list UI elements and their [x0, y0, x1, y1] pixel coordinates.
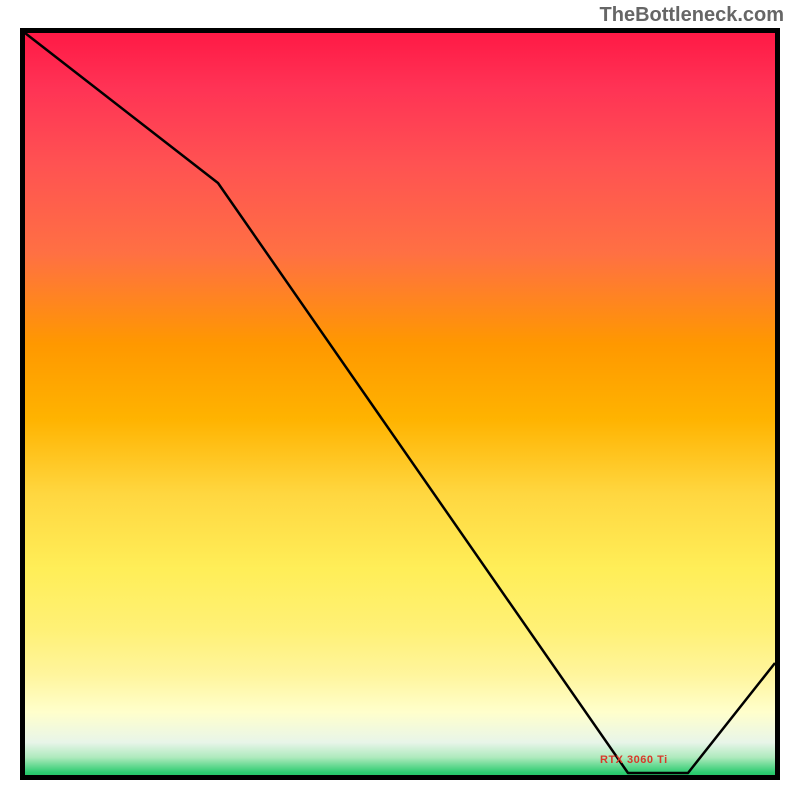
gpu-annotation-label: RTX 3060 Ti	[600, 754, 668, 766]
bottleneck-curve	[25, 33, 775, 773]
watermark-text: TheBottleneck.com	[600, 4, 784, 27]
chart-line-layer	[20, 28, 780, 780]
chart-plot-area: RTX 3060 Ti	[20, 28, 780, 780]
